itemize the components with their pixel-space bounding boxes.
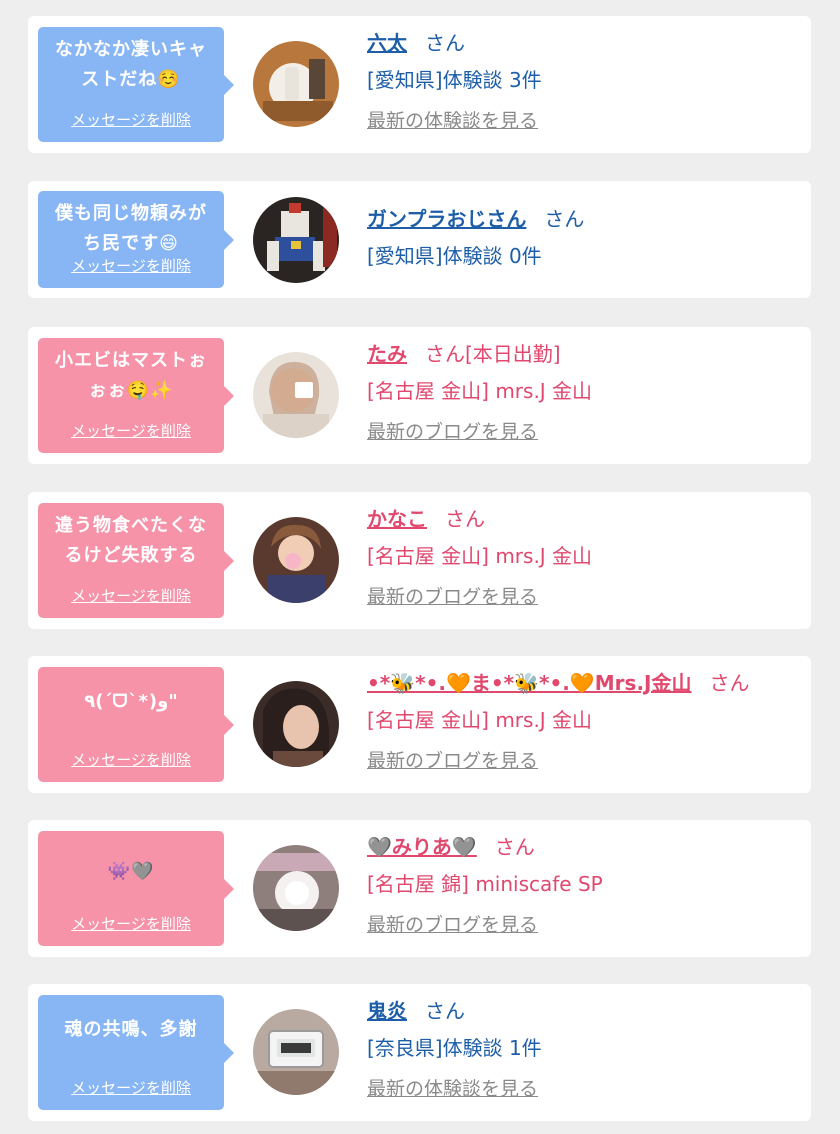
cast-name-link[interactable]: •*🐝*•.🧡ま•*🐝*•.🧡Mrs.J金山 xyxy=(367,671,691,695)
message-card: 僕も同じ物頼みがち民です😄 メッセージを削除 ガンプラおじさん さん [愛知県]体… xyxy=(28,181,811,298)
cast-photo-icon xyxy=(253,681,339,767)
honorific: さん xyxy=(425,999,465,1023)
user-info: ガンプラおじさん さん [愛知県]体験談 0件 xyxy=(367,207,801,268)
honorific: さん xyxy=(445,507,485,531)
honorific: さん xyxy=(425,31,465,55)
message-text: 👾🩶 xyxy=(107,861,155,882)
message-card: 魂の共鳴、多謝 メッセージを削除 鬼炎 さん [奈良県]体験談 1件 最新の体験談… xyxy=(28,984,811,1121)
message-card: なかなか凄いキャストだね☺️ メッセージを削除 六太 さん [愛知県]体験談 3件… xyxy=(28,16,811,153)
delete-message-link[interactable]: メッセージを削除 xyxy=(38,109,224,130)
cast-name-link[interactable]: 🩶みりあ🩶 xyxy=(367,835,477,859)
message-text: 僕も同じ物頼みがち民です😄 xyxy=(55,203,207,254)
shop-detail: [名古屋 金山] mrs.J 金山 xyxy=(367,379,593,403)
user-avatar[interactable] xyxy=(253,197,339,283)
user-name-link[interactable]: 鬼炎 xyxy=(367,999,407,1023)
cast-name-link[interactable]: たみ xyxy=(367,342,407,366)
user-detail: [奈良県]体験談 1件 xyxy=(367,1036,542,1060)
delete-message-link[interactable]: メッセージを削除 xyxy=(38,913,224,934)
user-info: かなこ さん [名古屋 金山] mrs.J 金山 最新のブログを見る xyxy=(367,507,801,609)
latest-blog-link[interactable]: 最新のブログを見る xyxy=(367,910,801,937)
user-name-link[interactable]: 六太 xyxy=(367,31,407,55)
user-info: 🩶みりあ🩶 さん [名古屋 錦] miniscafe SP 最新のブログを見る xyxy=(367,835,801,937)
message-bubble: 魂の共鳴、多謝 メッセージを削除 xyxy=(38,995,234,1110)
message-text: なかなか凄いキャストだね☺️ xyxy=(55,39,207,90)
honorific: さん xyxy=(709,671,750,695)
user-detail: [愛知県]体験談 0件 xyxy=(367,244,542,268)
user-detail: [愛知県]体験談 3件 xyxy=(367,68,542,92)
cast-avatar[interactable] xyxy=(253,845,339,931)
message-text: 魂の共鳴、多謝 xyxy=(64,1019,198,1040)
user-photo-icon xyxy=(253,41,339,127)
latest-blog-link[interactable]: 最新のブログを見る xyxy=(367,746,801,773)
message-bubble: 違う物食べたくなるけど失敗する メッセージを削除 xyxy=(38,503,234,618)
message-text: 違う物食べたくなるけど失敗する xyxy=(55,515,207,566)
message-text: 小エビはマストぉぉぉ🤤✨ xyxy=(55,350,207,401)
shop-detail: [名古屋 錦] miniscafe SP xyxy=(367,872,603,896)
message-text: ٩(ˊᗜˋ*)و" xyxy=(84,691,178,712)
shop-detail: [名古屋 金山] mrs.J 金山 xyxy=(367,708,593,732)
shop-detail: [名古屋 金山] mrs.J 金山 xyxy=(367,544,593,568)
cast-photo-icon xyxy=(253,845,339,931)
latest-review-link[interactable]: 最新の体験談を見る xyxy=(367,1074,801,1101)
honorific: さん xyxy=(544,207,585,231)
user-avatar[interactable] xyxy=(253,1009,339,1095)
user-info: 六太 さん [愛知県]体験談 3件 最新の体験談を見る xyxy=(367,31,801,133)
message-bubble: 僕も同じ物頼みがち民です😄 メッセージを削除 xyxy=(38,191,234,288)
user-name-link[interactable]: ガンプラおじさん xyxy=(367,207,526,231)
latest-blog-link[interactable]: 最新のブログを見る xyxy=(367,582,801,609)
message-bubble: なかなか凄いキャストだね☺️ メッセージを削除 xyxy=(38,27,234,142)
delete-message-link[interactable]: メッセージを削除 xyxy=(38,255,224,276)
delete-message-link[interactable]: メッセージを削除 xyxy=(38,749,224,770)
user-avatar[interactable] xyxy=(253,41,339,127)
message-bubble: 👾🩶 メッセージを削除 xyxy=(38,831,234,946)
cast-photo-icon xyxy=(253,352,339,438)
user-info: 鬼炎 さん [奈良県]体験談 1件 最新の体験談を見る xyxy=(367,999,801,1101)
honorific: さん[本日出勤] xyxy=(425,342,561,366)
message-bubble: ٩(ˊᗜˋ*)و" メッセージを削除 xyxy=(38,667,234,782)
user-info: •*🐝*•.🧡ま•*🐝*•.🧡Mrs.J金山 さん [名古屋 金山] mrs.J … xyxy=(367,671,801,773)
delete-message-link[interactable]: メッセージを削除 xyxy=(38,585,224,606)
message-card: 違う物食べたくなるけど失敗する メッセージを削除 かなこ さん [名古屋 金山] … xyxy=(28,492,811,629)
message-card: 👾🩶 メッセージを削除 🩶みりあ🩶 さん [名古屋 錦] miniscafe SP… xyxy=(28,820,811,957)
message-card: ٩(ˊᗜˋ*)و" メッセージを削除 •*🐝*•.🧡ま•*🐝*•.🧡Mrs.J金… xyxy=(28,656,811,793)
cast-avatar[interactable] xyxy=(253,517,339,603)
message-bubble: 小エビはマストぉぉぉ🤤✨ メッセージを削除 xyxy=(38,338,234,453)
user-info: たみ さん[本日出勤] [名古屋 金山] mrs.J 金山 最新のブログを見る xyxy=(367,342,801,444)
clock-photo-icon xyxy=(253,1009,339,1095)
honorific: さん xyxy=(494,835,535,859)
latest-review-link[interactable]: 最新の体験談を見る xyxy=(367,106,801,133)
cast-name-link[interactable]: かなこ xyxy=(367,507,427,531)
gundam-photo-icon xyxy=(253,197,339,283)
cast-avatar[interactable] xyxy=(253,352,339,438)
delete-message-link[interactable]: メッセージを削除 xyxy=(38,420,224,441)
thanks-message-list: なかなか凄いキャストだね☺️ メッセージを削除 六太 さん [愛知県]体験談 3件… xyxy=(0,0,840,1134)
cast-photo-icon xyxy=(253,517,339,603)
delete-message-link[interactable]: メッセージを削除 xyxy=(38,1077,224,1098)
message-card: 小エビはマストぉぉぉ🤤✨ メッセージを削除 たみ さん[本日出勤] [名古屋 金山… xyxy=(28,327,811,464)
cast-avatar[interactable] xyxy=(253,681,339,767)
latest-blog-link[interactable]: 最新のブログを見る xyxy=(367,417,801,444)
